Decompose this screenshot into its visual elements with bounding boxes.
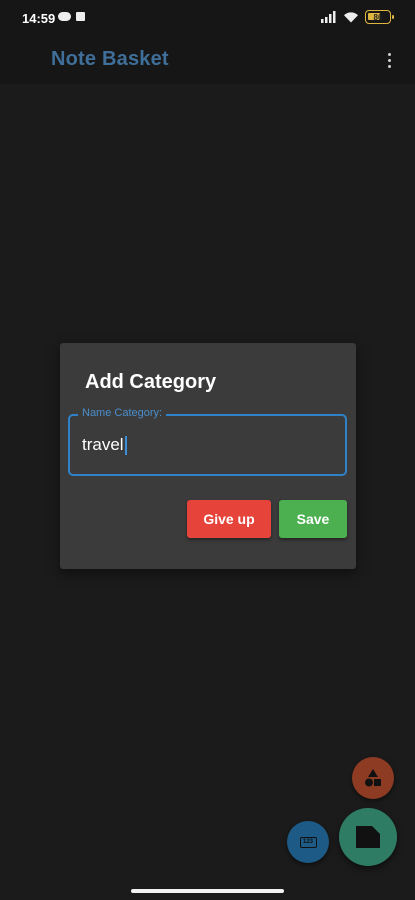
- signal-icon: [321, 11, 337, 23]
- add-category-dialog: Add Category Name Category: travel Give …: [60, 343, 356, 569]
- counter-icon: 123: [299, 836, 317, 848]
- category-name-input[interactable]: travel: [82, 435, 127, 455]
- shapes-icon: [365, 769, 381, 787]
- shapes-fab[interactable]: [352, 757, 394, 799]
- overflow-menu-icon[interactable]: [381, 48, 397, 72]
- give-up-button[interactable]: Give up: [187, 500, 271, 538]
- status-system-icons: 86: [321, 10, 394, 24]
- field-label: Name Category:: [78, 407, 167, 419]
- square-icon: [76, 12, 85, 21]
- field-value-text: travel: [82, 435, 124, 454]
- battery-icon: 86: [365, 10, 394, 24]
- status-time: 14:59: [22, 11, 56, 26]
- category-name-field[interactable]: Name Category: travel: [68, 407, 347, 476]
- gesture-bar[interactable]: [131, 889, 284, 893]
- app-bar: Note Basket: [0, 36, 415, 84]
- counter-fab[interactable]: 123: [287, 821, 329, 863]
- cloud-icon: [58, 12, 71, 21]
- status-notification-icons: [58, 12, 85, 21]
- app-title: Note Basket: [51, 48, 169, 70]
- wifi-icon: [343, 11, 359, 23]
- save-button[interactable]: Save: [279, 500, 347, 538]
- battery-level: 86: [373, 12, 383, 22]
- text-caret: [124, 435, 127, 455]
- status-bar: 14:59 86: [0, 0, 415, 36]
- screen: 14:59 86 Note Basket Add Category Name C…: [0, 0, 415, 900]
- dialog-title: Add Category: [85, 371, 217, 393]
- add-note-fab[interactable]: [339, 808, 397, 866]
- note-icon: [356, 826, 380, 848]
